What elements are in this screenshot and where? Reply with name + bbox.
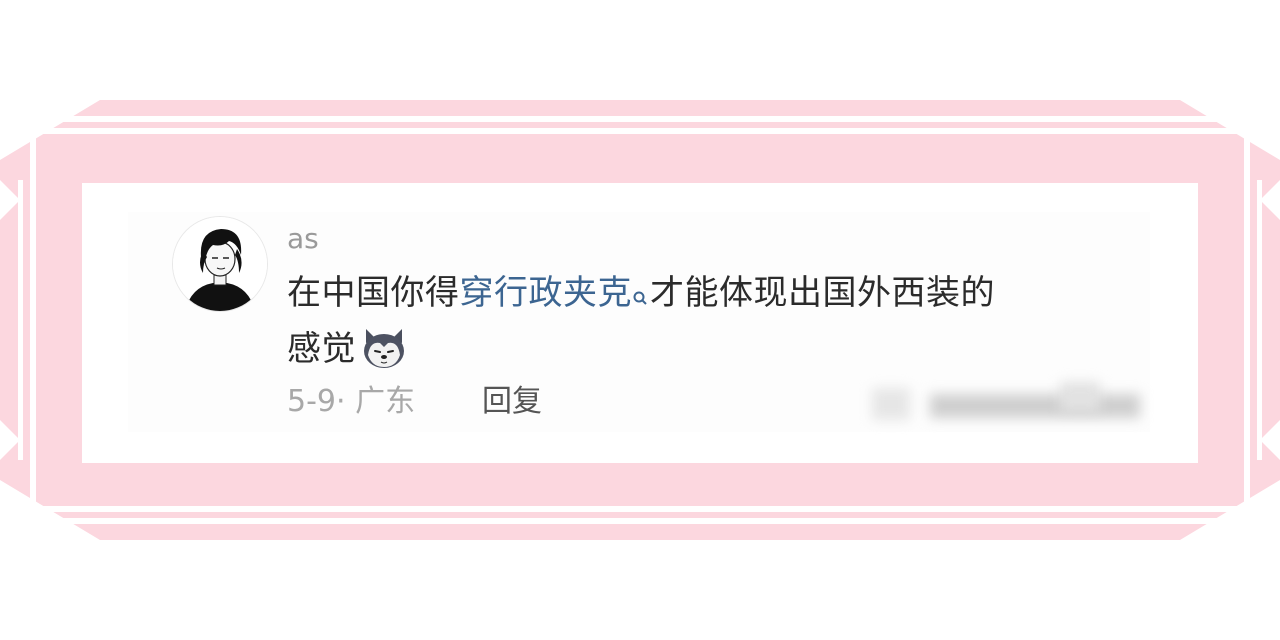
comment-text: 在中国你得穿行政夹克 才能体现出国外西装的感觉 — [287, 268, 1127, 374]
comment-text-part2: 才能体现出国外西装的 — [650, 273, 995, 313]
search-link[interactable]: 穿行政夹克 — [460, 273, 633, 313]
search-icon[interactable] — [632, 274, 648, 324]
comment-date-location: 5-9· 广东 — [287, 384, 416, 419]
user-avatar[interactable] — [172, 216, 268, 312]
comment-text-part3: 感觉 — [287, 329, 356, 369]
comment-text-part1: 在中国你得 — [287, 273, 460, 313]
reply-button[interactable]: 回复 — [482, 382, 542, 422]
comment-username[interactable]: as — [287, 222, 319, 256]
husky-dog-emoji-icon — [360, 325, 408, 369]
avatar-illustration-icon — [173, 217, 267, 311]
